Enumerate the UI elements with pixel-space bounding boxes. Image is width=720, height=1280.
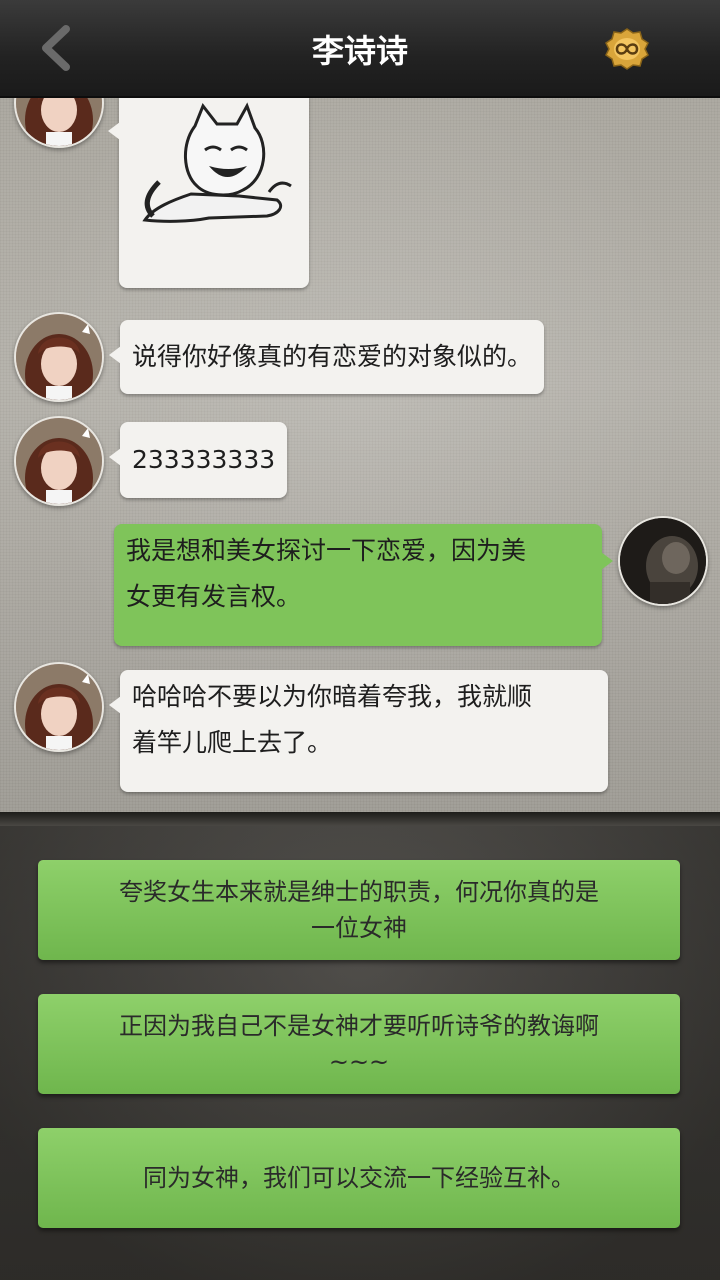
option-line: 夸奖女生本来就是绅士的职责，何况你真的是 xyxy=(119,878,599,906)
reply-option-2[interactable]: 正因为我自己不是女神才要听听诗爷的教诲啊 ~~~ xyxy=(38,994,680,1094)
message-line: 着竿儿爬上去了。 xyxy=(132,728,333,757)
option-line: 正因为我自己不是女神才要听听诗爷的教诲啊 xyxy=(119,1012,599,1040)
contact-avatar[interactable] xyxy=(14,312,104,402)
meme-cat-sticker-icon xyxy=(142,102,292,223)
girl-avatar-icon xyxy=(16,314,102,400)
girl-avatar-icon xyxy=(16,664,102,750)
infinity-badge-icon xyxy=(605,28,649,70)
section-divider xyxy=(0,812,720,826)
top-bar: 李诗诗 xyxy=(0,0,720,98)
reply-option-1[interactable]: 夸奖女生本来就是绅士的职责，何况你真的是 一位女神 xyxy=(38,860,680,960)
my-message-bubble[interactable]: 我是想和美女探讨一下恋爱，因为美 女更有发言权。 xyxy=(114,524,613,646)
reply-option-3[interactable]: 同为女神，我们可以交流一下经验互补。 xyxy=(38,1128,680,1228)
message-bubble[interactable]: 说得你好像真的有恋爱的对象似的。 xyxy=(108,320,545,394)
message-line: 女更有发言权。 xyxy=(126,582,302,611)
chat-area[interactable]: 说得你好像真的有恋爱的对象似的。 233333333 我是想和美女探讨一下恋爱，… xyxy=(0,96,720,814)
option-line: 一位女神 xyxy=(311,914,407,942)
contact-avatar[interactable] xyxy=(14,416,104,506)
message-text: 说得你好像真的有恋爱的对象似的。 xyxy=(132,342,533,371)
message-bubble[interactable]: 233333333 xyxy=(108,422,288,498)
reply-options-panel: 夸奖女生本来就是绅士的职责，何况你真的是 一位女神 正因为我自己不是女神才要听听… xyxy=(0,826,720,1280)
contact-avatar[interactable] xyxy=(14,96,104,148)
my-avatar[interactable] xyxy=(618,516,708,606)
message-text: 233333333 xyxy=(132,445,276,474)
infinity-badge-button[interactable] xyxy=(604,28,650,70)
girl-avatar-icon xyxy=(16,96,102,146)
message-bubble[interactable]: 哈哈哈不要以为你暗着夸我，我就顺 着竿儿爬上去了。 xyxy=(109,670,608,792)
contact-avatar[interactable] xyxy=(14,662,104,752)
girl-avatar-icon xyxy=(16,418,102,504)
dark-avatar-icon xyxy=(620,518,706,604)
option-line: 同为女神，我们可以交流一下经验互补。 xyxy=(143,1164,575,1192)
message-line: 哈哈哈不要以为你暗着夸我，我就顺 xyxy=(132,682,533,711)
message-line: 我是想和美女探讨一下恋爱，因为美 xyxy=(126,536,527,565)
option-line: ~~~ xyxy=(328,1048,390,1076)
sticker-message[interactable] xyxy=(108,96,309,288)
